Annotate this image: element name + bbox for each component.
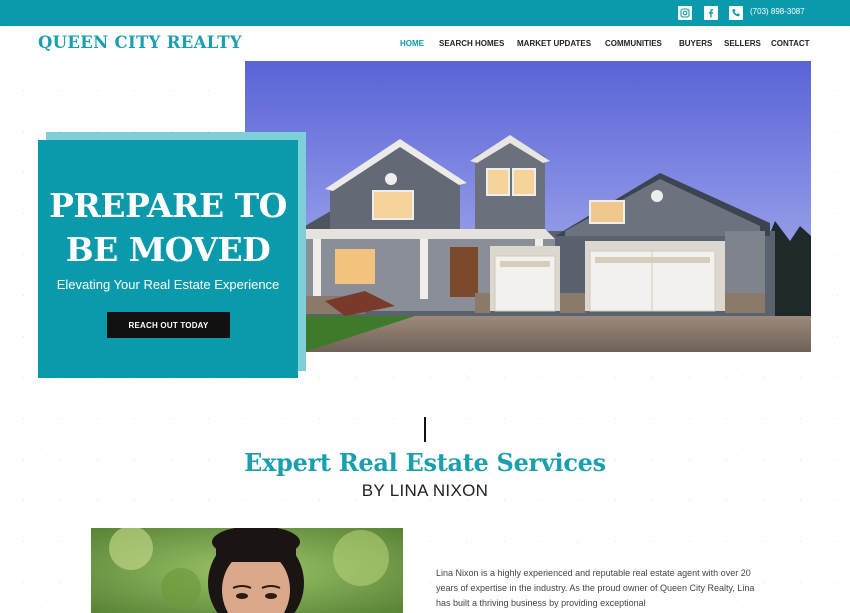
hero-subtitle: Elevating Your Real Estate Experience xyxy=(56,277,280,292)
top-bar: (703) 898-3087 xyxy=(0,0,850,26)
nav-search-homes[interactable]: SEARCH HOMES xyxy=(439,39,504,48)
nav-market-updates[interactable]: MARKET UPDATES xyxy=(517,39,591,48)
hero-box: PREPARE TO BE MOVED Elevating Your Real … xyxy=(38,140,298,378)
hero-house-image xyxy=(245,61,811,352)
phone-number[interactable]: (703) 898-3087 xyxy=(750,7,805,16)
services-title: Expert Real Estate Services xyxy=(244,448,606,477)
nav-sellers[interactable]: SELLERS xyxy=(724,39,761,48)
services-subtitle: BY LINA NIXON xyxy=(361,481,489,500)
reach-out-button[interactable]: REACH OUT TODAY xyxy=(107,312,230,338)
nav-contact[interactable]: CONTACT xyxy=(771,39,810,48)
site-header: QUEEN CITY REALTY HOME SEARCH HOMES MARK… xyxy=(0,26,850,61)
main-nav: HOME SEARCH HOMES MARKET UPDATES COMMUNI… xyxy=(0,39,850,51)
facebook-icon[interactable] xyxy=(704,6,718,20)
section-divider xyxy=(424,417,426,442)
nav-buyers[interactable]: BUYERS xyxy=(679,39,712,48)
nav-home[interactable]: HOME xyxy=(400,39,424,48)
nav-communities[interactable]: COMMUNITIES xyxy=(605,39,662,48)
hero-title: PREPARE TO BE MOVED xyxy=(49,186,287,269)
agent-photo xyxy=(91,528,403,613)
phone-icon[interactable] xyxy=(729,6,743,20)
agent-bio: Lina Nixon is a highly experienced and r… xyxy=(436,568,755,608)
instagram-icon[interactable] xyxy=(678,6,692,20)
